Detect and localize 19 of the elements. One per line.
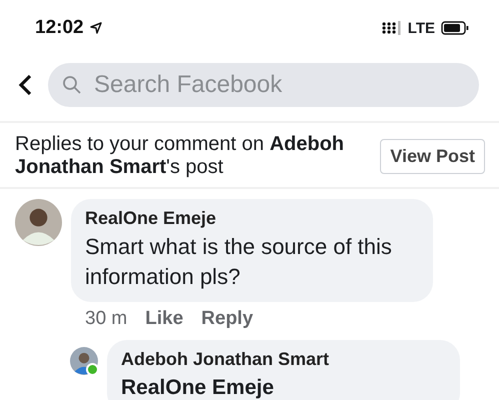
notification-title: Replies to your comment on Adeboh Jonathan Smart's post xyxy=(15,133,345,179)
comment-action-link[interactable]: Like xyxy=(145,308,184,330)
comment-author[interactable]: Adeboh Jonathan Smart xyxy=(121,349,444,370)
comment-author[interactable]: RealOne Emeje xyxy=(85,208,417,229)
location-arrow-icon xyxy=(90,22,102,34)
comment-text: Smart what is the source of this information pls? xyxy=(85,233,393,291)
comment-action-link[interactable]: Reply xyxy=(201,308,254,330)
view-post-button[interactable]: View Post xyxy=(380,138,485,174)
search-input[interactable]: Search Facebook xyxy=(92,70,479,100)
clock-time: 12:02 xyxy=(35,17,84,39)
battery-icon xyxy=(441,21,469,35)
search-bar[interactable]: Search Facebook xyxy=(48,63,479,107)
network-type: LTE xyxy=(408,20,435,36)
search-icon xyxy=(62,75,82,95)
comment-time: 30 m xyxy=(85,308,128,330)
signal-icon xyxy=(382,21,402,35)
back-icon[interactable] xyxy=(18,74,32,96)
comment-text: RealOne Emeje xyxy=(121,375,275,400)
avatar[interactable] xyxy=(15,199,62,246)
